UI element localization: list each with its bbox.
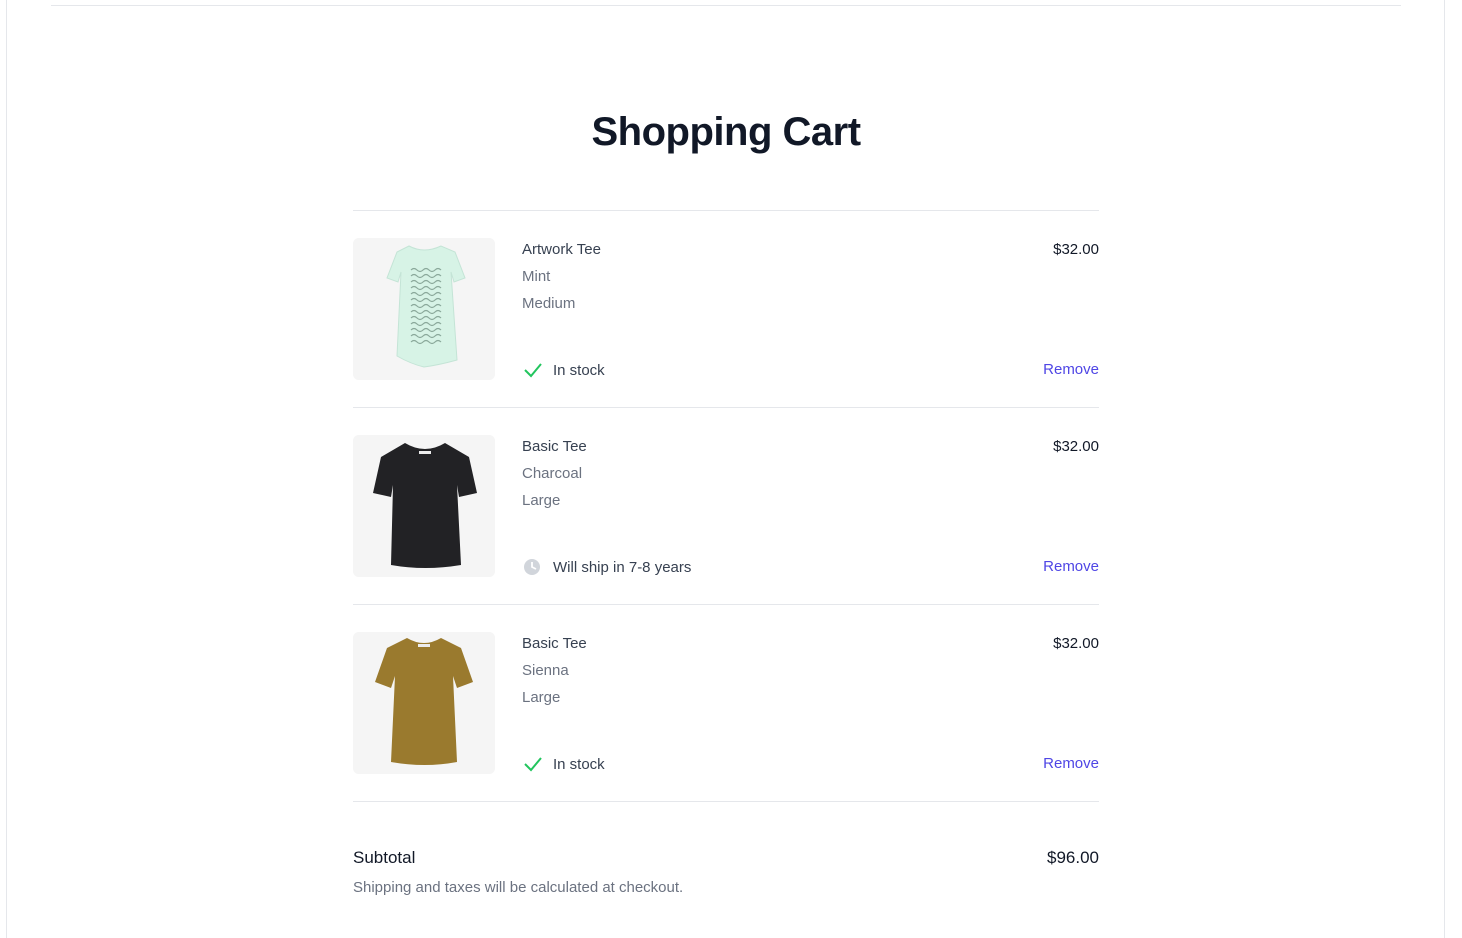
- product-image[interactable]: [353, 238, 495, 380]
- stock-status: In stock: [522, 361, 605, 379]
- cart-item: Basic Tee Sienna Large $32.00 In stock R…: [353, 605, 1099, 802]
- page-title: Shopping Cart: [591, 110, 861, 154]
- product-color: Mint: [522, 268, 551, 285]
- product-color: Sienna: [522, 662, 569, 679]
- stock-status-label: In stock: [553, 755, 605, 773]
- remove-button[interactable]: Remove: [1043, 755, 1099, 772]
- product-price: $32.00: [1053, 635, 1099, 652]
- product-image[interactable]: [353, 435, 495, 577]
- ship-status-label: Will ship in 7-8 years: [553, 558, 692, 576]
- check-icon: [522, 755, 544, 773]
- product-name[interactable]: Artwork Tee: [522, 241, 601, 258]
- tshirt-image: [353, 238, 495, 380]
- shirt-label: [418, 644, 430, 647]
- tshirt-image: [353, 632, 495, 774]
- check-icon: [522, 361, 544, 379]
- ship-status: Will ship in 7-8 years: [522, 558, 691, 576]
- remove-button[interactable]: Remove: [1043, 361, 1099, 378]
- subtotal-value: $96.00: [1047, 848, 1099, 867]
- shirt-label: [419, 451, 431, 454]
- remove-button[interactable]: Remove: [1043, 558, 1099, 575]
- checkout-note: Shipping and taxes will be calculated at…: [353, 879, 684, 896]
- product-color: Charcoal: [522, 465, 583, 482]
- cart-item: Basic Tee Charcoal Large $32.00 Will shi…: [353, 408, 1099, 605]
- product-name[interactable]: Basic Tee: [522, 438, 587, 455]
- product-price: $32.00: [1053, 241, 1099, 258]
- top-divider: [51, 5, 1401, 6]
- tshirt-image: [353, 435, 495, 577]
- clock-icon: [522, 558, 544, 576]
- product-price: $32.00: [1053, 438, 1099, 455]
- product-size: Large: [522, 492, 561, 509]
- product-size: Large: [522, 689, 561, 706]
- cart-item: Artwork Tee Mint Medium $32.00 In stock …: [353, 211, 1099, 408]
- order-summary: Subtotal $96.00 Shipping and taxes will …: [353, 846, 1099, 906]
- product-size: Medium: [522, 295, 576, 312]
- product-name[interactable]: Basic Tee: [522, 635, 587, 652]
- stock-status: In stock: [522, 755, 605, 773]
- cart-list: Artwork Tee Mint Medium $32.00 In stock …: [353, 210, 1099, 802]
- stock-status-label: In stock: [553, 361, 605, 379]
- subtotal-label: Subtotal: [353, 848, 416, 867]
- product-image[interactable]: [353, 632, 495, 774]
